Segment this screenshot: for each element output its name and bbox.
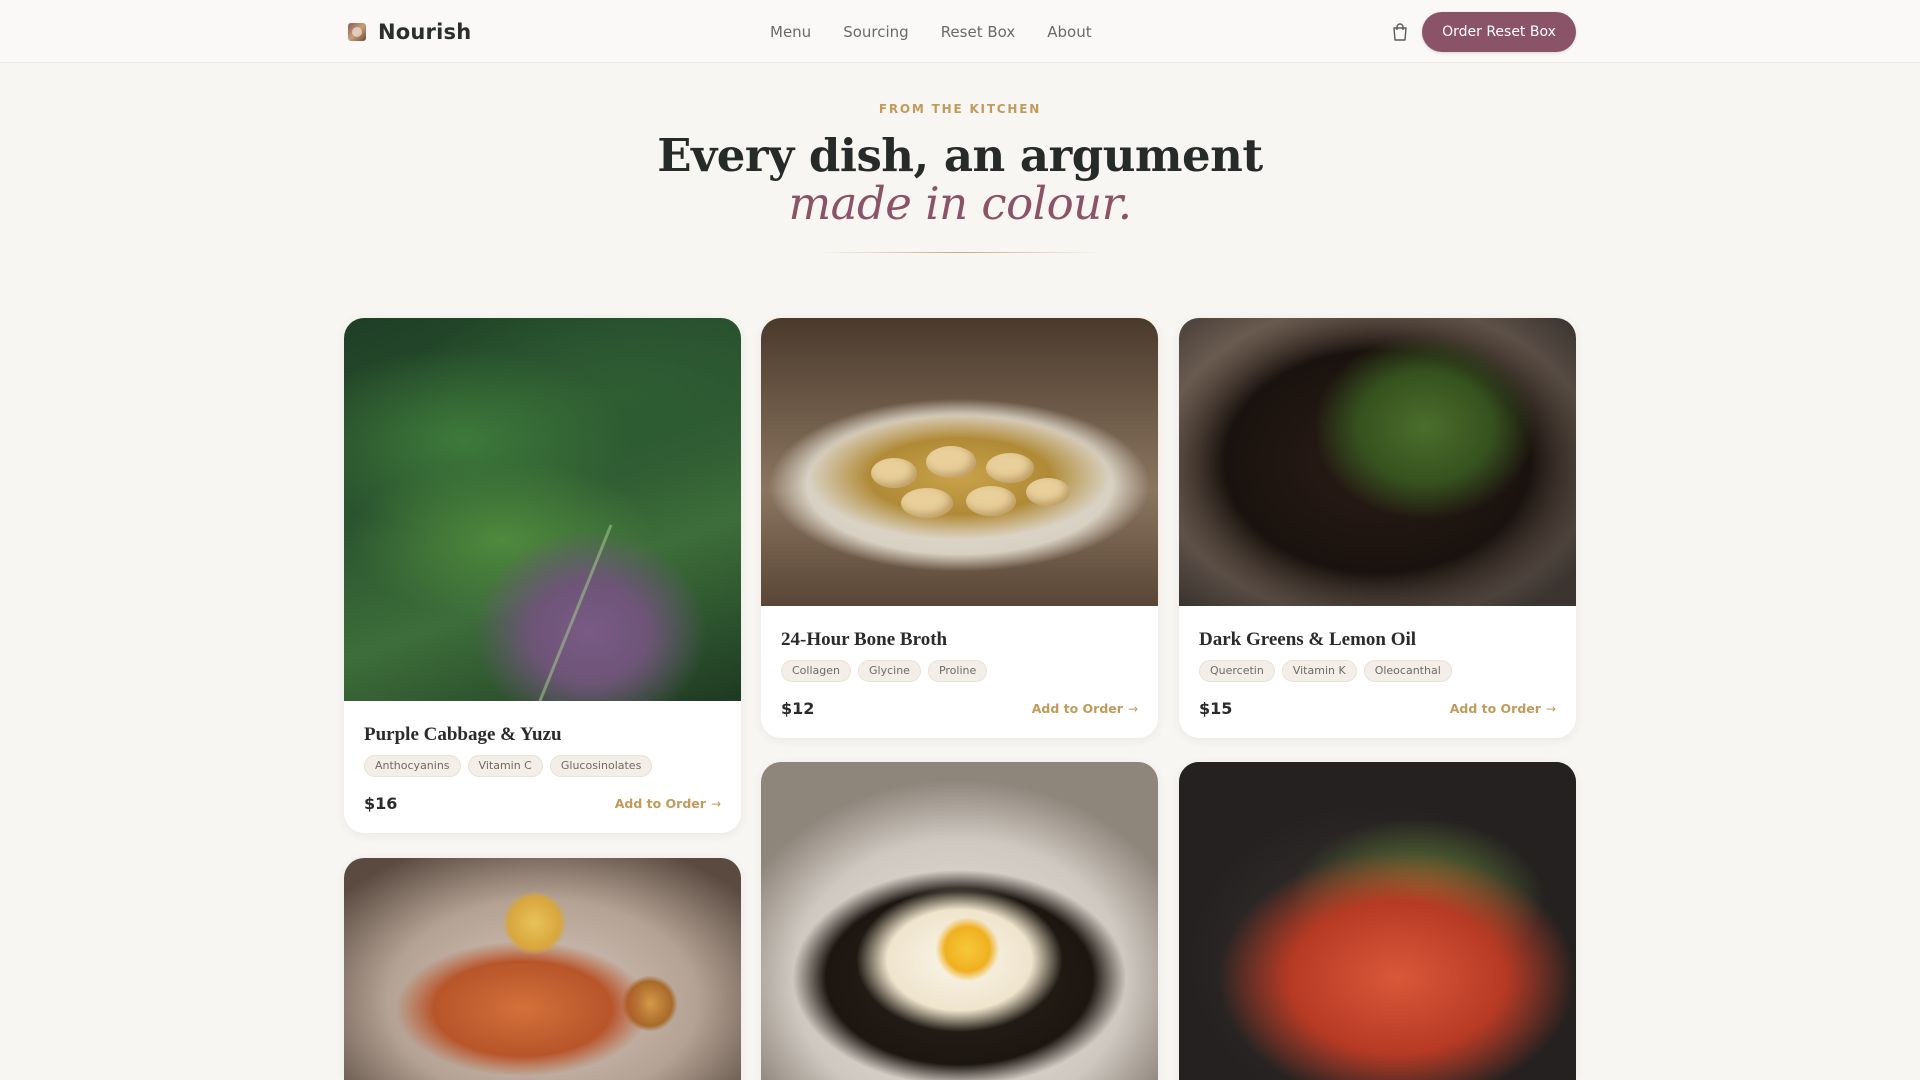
section-eyebrow: FROM THE KITCHEN	[878, 102, 1042, 116]
dish-image	[344, 318, 741, 701]
dish-price: $16	[364, 794, 398, 813]
nutrient-tag: Quercetin	[1199, 660, 1275, 682]
shopping-bag-icon[interactable]	[1390, 22, 1410, 42]
dish-image	[761, 762, 1158, 1080]
add-to-order-label: Add to Order	[614, 796, 706, 811]
nutrient-tags: Collagen Glycine Proline	[781, 660, 1138, 682]
add-to-order-button[interactable]: Add to Order →	[1032, 701, 1138, 716]
arrow-right-icon: →	[1545, 701, 1556, 716]
dish-image	[1179, 762, 1576, 1080]
nav-link-sourcing[interactable]: Sourcing	[843, 22, 909, 42]
nutrient-tag: Vitamin K	[1281, 660, 1357, 682]
add-to-order-button[interactable]: Add to Order →	[1450, 701, 1556, 716]
add-to-order-label: Add to Order	[1449, 701, 1541, 716]
dish-price: $15	[1199, 699, 1233, 718]
add-to-order-label: Add to Order	[1031, 701, 1123, 716]
dish-card-bone-broth: 24-Hour Bone Broth Collagen Glycine Prol…	[761, 318, 1158, 738]
nutrient-tag: Anthocyanins	[364, 755, 461, 777]
nutrient-tags: Anthocyanins Vitamin C Glucosinolates	[364, 755, 721, 777]
nutrient-tag: Proline	[927, 660, 988, 682]
nutrient-tag: Oleocanthal	[1363, 660, 1452, 682]
dish-title: 24-Hour Bone Broth	[781, 629, 948, 650]
nav-link-about[interactable]: About	[1047, 22, 1091, 42]
arrow-right-icon: →	[1127, 701, 1138, 716]
arrow-right-icon: →	[710, 796, 721, 811]
top-navigation: Nourish Menu Sourcing Reset Box About Or…	[0, 0, 1920, 63]
brand-name: Nourish	[378, 20, 472, 44]
divider	[818, 252, 1102, 253]
nutrient-tag: Glycine	[858, 660, 921, 682]
dish-card-salmon	[344, 858, 741, 1080]
dish-image	[344, 858, 741, 1080]
dish-image	[1179, 318, 1576, 606]
dish-price: $12	[781, 699, 815, 718]
main-menu: Menu Sourcing Reset Box About	[770, 22, 1124, 42]
dish-title: Purple Cabbage & Yuzu	[364, 724, 562, 745]
dish-card-kimchi	[1179, 762, 1576, 1080]
dish-card-dark-greens: Dark Greens & Lemon Oil Quercetin Vitami…	[1179, 318, 1576, 738]
brand[interactable]: Nourish	[348, 19, 471, 45]
add-to-order-button[interactable]: Add to Order →	[615, 796, 721, 811]
nutrient-tag: Collagen	[781, 660, 851, 682]
dish-card-egg-bowl	[761, 762, 1158, 1080]
dish-image	[761, 318, 1158, 606]
nav-link-menu[interactable]: Menu	[770, 22, 811, 42]
hero-subtitle: made in colour.	[788, 177, 1132, 230]
nutrient-tags: Quercetin Vitamin K Oleocanthal	[1199, 660, 1556, 682]
nutrient-tag: Glucosinolates	[549, 755, 653, 777]
dish-title: Dark Greens & Lemon Oil	[1199, 629, 1417, 650]
order-reset-box-button[interactable]: Order Reset Box	[1422, 12, 1576, 52]
nav-link-reset-box[interactable]: Reset Box	[941, 22, 1016, 42]
dish-card-purple-cabbage: Purple Cabbage & Yuzu Anthocyanins Vitam…	[344, 318, 741, 833]
bowl-logo-icon	[348, 23, 366, 41]
nutrient-tag: Vitamin C	[467, 755, 543, 777]
